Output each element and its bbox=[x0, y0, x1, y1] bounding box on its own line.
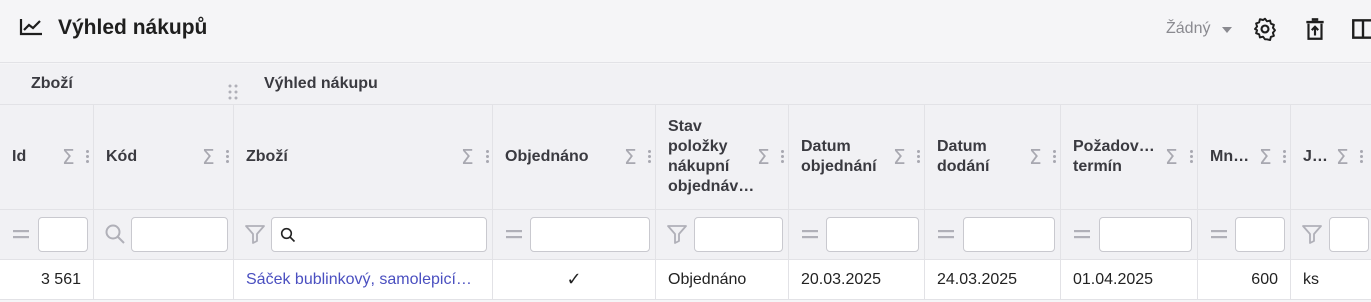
filter-icon[interactable] bbox=[1301, 223, 1323, 245]
column-label: Id bbox=[12, 148, 27, 165]
trash-upload-icon[interactable] bbox=[1302, 16, 1328, 42]
filter-quantity bbox=[1198, 210, 1291, 260]
cell-quantity[interactable]: 600 bbox=[1198, 260, 1291, 300]
column-header-unit[interactable]: J… Σ bbox=[1291, 105, 1371, 210]
sum-icon[interactable]: Σ bbox=[624, 145, 637, 169]
column-header-order-date[interactable]: Datum objednání Σ bbox=[789, 105, 925, 210]
column-menu-icon[interactable] bbox=[1190, 149, 1194, 165]
equals-icon[interactable] bbox=[503, 223, 525, 245]
sum-icon[interactable]: Σ bbox=[1029, 145, 1042, 169]
column-label: Stav položky nákupní objednáv… bbox=[668, 118, 755, 195]
cell-required-date[interactable]: 01.04.2025 bbox=[1061, 260, 1198, 300]
column-menu-icon[interactable] bbox=[86, 149, 90, 165]
column-label: Požadov… termín bbox=[1073, 138, 1155, 175]
column-label: Kód bbox=[106, 148, 138, 165]
filter-delivery-date-input[interactable] bbox=[963, 217, 1055, 252]
chevron-down-icon[interactable] bbox=[1222, 27, 1232, 33]
equals-icon[interactable] bbox=[10, 223, 32, 245]
column-label: Objednáno bbox=[505, 148, 589, 165]
column-header-required-date[interactable]: Požadov… termín Σ bbox=[1061, 105, 1198, 210]
column-menu-icon[interactable] bbox=[1360, 149, 1364, 165]
column-menu-icon[interactable] bbox=[1283, 149, 1287, 165]
sum-icon[interactable]: Σ bbox=[757, 145, 770, 169]
cell-status[interactable]: Objednáno bbox=[656, 260, 789, 300]
cell-goods-link[interactable]: Sáček bublinkový, samolepicí… bbox=[234, 260, 493, 300]
group-purchase-outlook: Výhled nákupu bbox=[264, 75, 378, 92]
column-label: J… bbox=[1303, 148, 1328, 165]
filter-unit-input[interactable] bbox=[1329, 217, 1369, 252]
view-select[interactable]: Žádný bbox=[1166, 20, 1210, 38]
column-label: Zboží bbox=[246, 148, 288, 165]
equals-icon[interactable] bbox=[799, 223, 821, 245]
cell-unit[interactable]: ks bbox=[1291, 260, 1371, 300]
equals-icon[interactable] bbox=[935, 223, 957, 245]
column-menu-icon[interactable] bbox=[917, 149, 921, 165]
trending-up-icon bbox=[19, 19, 42, 36]
page-header: Výhled nákupů Žádný bbox=[0, 0, 1371, 63]
columns-icon[interactable] bbox=[1350, 16, 1371, 42]
cell-order-date[interactable]: 20.03.2025 bbox=[789, 260, 925, 300]
column-header-code[interactable]: Kód Σ bbox=[94, 105, 234, 210]
filter-goods-input[interactable] bbox=[271, 217, 487, 252]
filter-unit bbox=[1291, 210, 1371, 260]
filter-status-input[interactable] bbox=[694, 217, 783, 252]
filter-order-date bbox=[789, 210, 925, 260]
filter-delivery-date bbox=[925, 210, 1061, 260]
cell-delivery-date[interactable]: 24.03.2025 bbox=[925, 260, 1061, 300]
gear-icon[interactable] bbox=[1252, 16, 1278, 42]
column-label: Datum objednání bbox=[801, 138, 877, 175]
filter-goods bbox=[234, 210, 493, 260]
column-header-id[interactable]: Id Σ bbox=[0, 105, 94, 210]
filter-id-input[interactable] bbox=[38, 217, 88, 252]
filter-status bbox=[656, 210, 789, 260]
column-header-goods[interactable]: Zboží Σ bbox=[234, 105, 493, 210]
filter-icon[interactable] bbox=[666, 223, 688, 245]
column-label: Mn… bbox=[1210, 148, 1250, 165]
column-header-quantity[interactable]: Mn… Σ bbox=[1198, 105, 1291, 210]
sum-icon[interactable]: Σ bbox=[1259, 145, 1272, 169]
sum-icon[interactable]: Σ bbox=[1165, 145, 1178, 169]
column-header-status[interactable]: Stav položky nákupní objednáv… Σ bbox=[656, 105, 789, 210]
search-icon bbox=[280, 227, 296, 243]
sum-icon[interactable]: Σ bbox=[893, 145, 906, 169]
filter-code-input[interactable] bbox=[131, 217, 228, 252]
filter-code bbox=[94, 210, 234, 260]
column-menu-icon[interactable] bbox=[1053, 149, 1057, 165]
cell-code[interactable] bbox=[94, 260, 234, 300]
column-menu-icon[interactable] bbox=[226, 149, 230, 165]
column-header-ordered[interactable]: Objednáno Σ bbox=[493, 105, 656, 210]
sum-icon[interactable]: Σ bbox=[1336, 145, 1349, 169]
filter-ordered-input[interactable] bbox=[530, 217, 650, 252]
filter-ordered bbox=[493, 210, 656, 260]
drag-handle-icon[interactable] bbox=[227, 84, 239, 100]
group-goods: Zboží bbox=[31, 75, 73, 92]
filter-icon[interactable] bbox=[244, 223, 266, 245]
filter-required-date bbox=[1061, 210, 1198, 260]
search-icon[interactable] bbox=[104, 223, 126, 245]
page-title: Výhled nákupů bbox=[58, 16, 208, 39]
column-menu-icon[interactable] bbox=[781, 149, 785, 165]
column-menu-icon[interactable] bbox=[486, 149, 490, 165]
column-menu-icon[interactable] bbox=[648, 149, 652, 165]
column-label: Datum dodání bbox=[937, 138, 990, 175]
sum-icon[interactable]: Σ bbox=[202, 145, 215, 169]
column-group-row: Zboží Výhled nákupu bbox=[0, 64, 1371, 105]
filter-id bbox=[0, 210, 94, 260]
column-header-delivery-date[interactable]: Datum dodání Σ bbox=[925, 105, 1061, 210]
filter-quantity-input[interactable] bbox=[1235, 217, 1285, 252]
equals-icon[interactable] bbox=[1071, 223, 1093, 245]
sum-icon[interactable]: Σ bbox=[62, 145, 75, 169]
equals-icon[interactable] bbox=[1208, 223, 1230, 245]
sum-icon[interactable]: Σ bbox=[461, 145, 474, 169]
filter-required-date-input[interactable] bbox=[1099, 217, 1192, 252]
check-icon: ✓ bbox=[493, 260, 656, 300]
filter-order-date-input[interactable] bbox=[826, 217, 919, 252]
cell-id[interactable]: 3 561 bbox=[0, 260, 94, 300]
